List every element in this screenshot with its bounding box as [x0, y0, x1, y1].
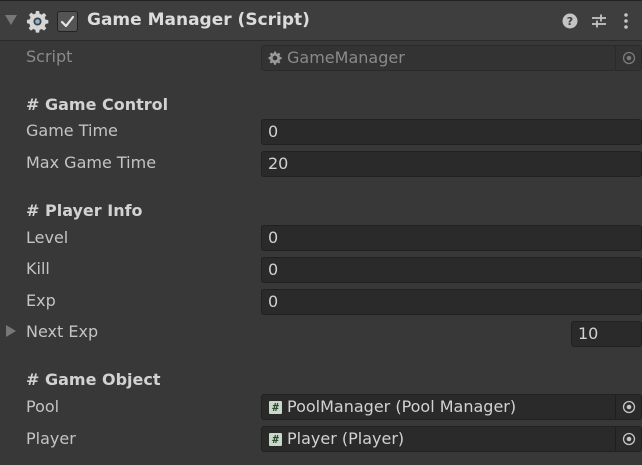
script-gear-icon: [268, 51, 282, 65]
gear-icon: [26, 10, 49, 33]
exp-field[interactable]: 0: [261, 289, 642, 315]
object-picker-icon: [622, 432, 636, 446]
level-label: Level: [26, 228, 69, 247]
kebab-menu-icon[interactable]: [623, 12, 629, 30]
pool-picker-button[interactable]: [615, 395, 641, 419]
player-label: Player: [26, 429, 76, 448]
foldout-arrow-icon[interactable]: [5, 15, 17, 25]
level-field[interactable]: 0: [261, 225, 642, 251]
next-exp-label[interactable]: Next Exp: [26, 322, 98, 341]
presets-icon[interactable]: [590, 12, 608, 30]
exp-label: Exp: [26, 291, 56, 310]
component-header[interactable]: Game Manager (Script) ?: [0, 0, 642, 41]
script-value: GameManager: [287, 48, 405, 67]
help-icon[interactable]: ?: [562, 13, 578, 29]
section-header-player-info: # Player Info: [26, 201, 143, 220]
next-exp-array-size-field[interactable]: 10: [571, 321, 642, 347]
script-label: Script: [26, 47, 73, 66]
script-picker-button: [615, 46, 641, 70]
checkmark-icon: [60, 15, 75, 28]
object-picker-icon: [622, 400, 636, 414]
kill-field[interactable]: 0: [261, 257, 642, 283]
component-enabled-checkbox[interactable]: [57, 11, 78, 32]
component-title[interactable]: Game Manager (Script): [87, 10, 310, 30]
game-time-label: Game Time: [26, 121, 118, 140]
player-object-field[interactable]: # Player (Player): [261, 426, 642, 452]
kill-label: Kill: [26, 259, 50, 278]
player-value: Player (Player): [287, 429, 405, 448]
section-header-game-object: # Game Object: [26, 370, 161, 389]
script-hash-icon: #: [269, 401, 282, 414]
section-header-game-control: # Game Control: [26, 95, 169, 114]
object-picker-icon: [622, 51, 636, 65]
game-time-field[interactable]: 0: [261, 119, 642, 145]
player-picker-button[interactable]: [615, 427, 641, 451]
pool-object-field[interactable]: # PoolManager (Pool Manager): [261, 394, 642, 420]
pool-value: PoolManager (Pool Manager): [287, 397, 517, 416]
next-exp-foldout-arrow-icon[interactable]: [6, 325, 16, 337]
script-hash-icon: #: [269, 433, 282, 446]
inspector-component-panel: Game Manager (Script) ? Script GameManag…: [0, 0, 642, 465]
max-game-time-field[interactable]: 20: [261, 151, 642, 177]
svg-text:?: ?: [567, 15, 573, 28]
script-field: GameManager: [261, 45, 642, 71]
max-game-time-label: Max Game Time: [26, 153, 157, 172]
pool-label: Pool: [26, 397, 60, 416]
